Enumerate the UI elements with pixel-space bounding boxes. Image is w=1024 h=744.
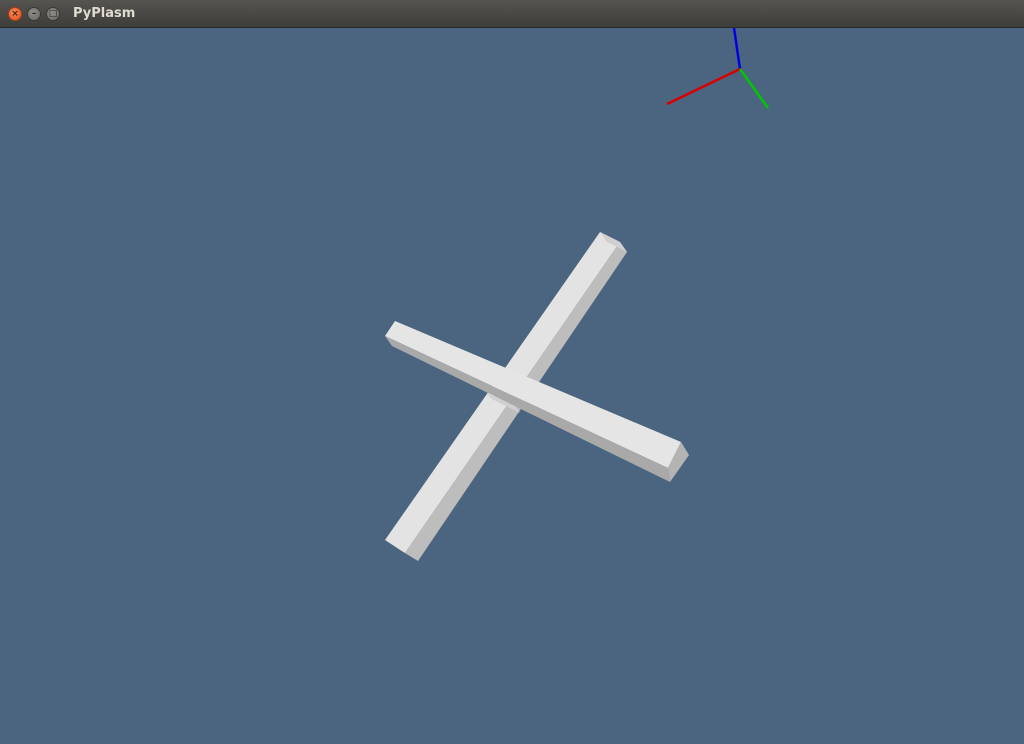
axes-gizmo — [666, 28, 770, 109]
scene-canvas[interactable] — [0, 28, 1024, 744]
3d-viewport[interactable] — [0, 28, 1024, 744]
maximize-icon: □ — [48, 9, 58, 19]
close-button[interactable]: × — [8, 7, 22, 21]
pyplasm-window: × – □ PyPlasm — [0, 0, 1024, 744]
z-axis-line — [732, 28, 742, 70]
maximize-button[interactable]: □ — [46, 7, 60, 21]
window-title: PyPlasm — [73, 6, 136, 21]
minimize-button[interactable]: – — [27, 7, 41, 21]
close-icon: × — [11, 9, 19, 19]
minimize-icon: – — [31, 9, 37, 19]
y-axis-line — [738, 68, 770, 109]
x-axis-line — [666, 67, 741, 106]
title-bar[interactable]: × – □ PyPlasm — [0, 0, 1024, 28]
cross-model — [385, 232, 689, 561]
